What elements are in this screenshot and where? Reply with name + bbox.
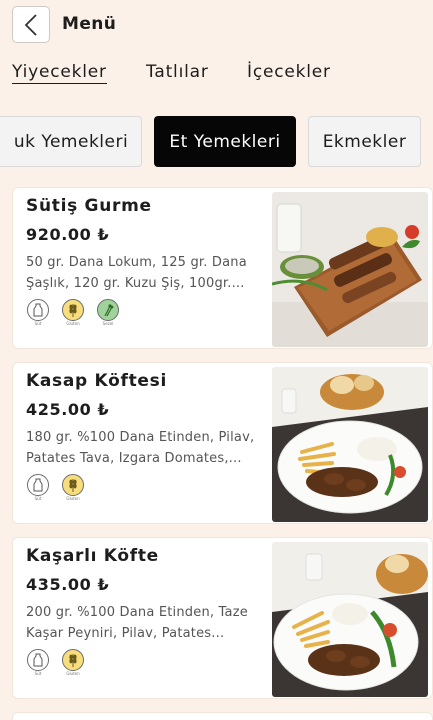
category-chip-sicak-yemekleri[interactable]: uk Yemekleri — [0, 116, 142, 167]
menu-item-card[interactable] — [12, 712, 433, 720]
menu-item-card[interactable]: Kaşarlı Köfte 435.00 ₺ 200 gr. %100 Dana… — [12, 537, 433, 699]
allergen-badges: Süt Gluten — [27, 474, 84, 502]
category-chip-label: Et Yemekleri — [169, 131, 281, 152]
menu-item-price: 425.00 ₺ — [26, 400, 110, 419]
category-chip-label: uk Yemekleri — [13, 131, 129, 152]
tab-icecekler[interactable]: İçecekler — [247, 62, 331, 82]
menu-item-photo — [272, 542, 428, 697]
allergen-label: Süt — [34, 671, 42, 676]
menu-item-card[interactable]: Sütiş Gurme 920.00 ₺ 50 gr. Dana Lokum, … — [12, 187, 433, 349]
menu-item-name: Sütiş Gurme — [26, 196, 152, 216]
menu-item-name: Kasap Köftesi — [26, 371, 167, 391]
tab-yiyecekler[interactable]: Yiyecekler — [12, 62, 107, 84]
allergen-badge: Gluten — [62, 474, 84, 502]
allergen-badge: Süt — [27, 299, 49, 327]
allergen-badges: Süt Gluten — [27, 649, 84, 677]
milk-bottle-icon — [27, 299, 49, 321]
tab-tatlilar[interactable]: Tatlılar — [146, 62, 209, 82]
menu-item-name: Kaşarlı Köfte — [26, 546, 159, 566]
allergen-badges: Süt Gluten Sezel — [27, 299, 119, 327]
menu-item-description: 200 gr. %100 Dana Etinden, Taze Kaşar Pe… — [26, 605, 248, 641]
allergen-label: Gluten — [66, 671, 80, 676]
allergen-label: Gluten — [66, 321, 80, 326]
menu-page: Menü Yiyecekler Tatlılar İçecekler uk Ye… — [0, 0, 433, 720]
category-chips: uk Yemekleri Et Yemekleri Ekmekler — [0, 116, 433, 168]
back-button[interactable] — [12, 6, 50, 43]
celery-icon — [97, 299, 119, 321]
menu-item-price: 435.00 ₺ — [26, 575, 110, 594]
header: Menü — [0, 0, 433, 52]
allergen-badge: Sezel — [97, 299, 119, 327]
menu-item-card[interactable]: Kasap Köftesi 425.00 ₺ 180 gr. %100 Dana… — [12, 362, 433, 524]
allergen-label: Süt — [34, 321, 42, 326]
menu-item-price: 920.00 ₺ — [26, 225, 110, 244]
allergen-badge: Süt — [27, 474, 49, 502]
allergen-label: Gluten — [66, 496, 80, 501]
category-chip-et-yemekleri[interactable]: Et Yemekleri — [154, 116, 296, 167]
allergen-label: Sezel — [102, 321, 114, 326]
chevron-left-icon — [24, 13, 37, 36]
allergen-badge: Süt — [27, 649, 49, 677]
allergen-badge: Gluten — [62, 299, 84, 327]
menu-item-description: 50 gr. Dana Lokum, 125 gr. Dana Şaşlık, … — [26, 255, 247, 291]
allergen-badge: Gluten — [62, 649, 84, 677]
category-chip-ekmekler[interactable]: Ekmekler — [308, 116, 421, 167]
wheat-icon — [62, 299, 84, 321]
menu-tabs: Yiyecekler Tatlılar İçecekler — [0, 62, 433, 92]
menu-item-description: 180 gr. %100 Dana Etinden, Pilav, Patate… — [26, 430, 255, 466]
allergen-label: Süt — [34, 496, 42, 501]
menu-item-photo — [272, 192, 428, 347]
category-chip-label: Ekmekler — [322, 131, 407, 152]
page-title: Menü — [62, 14, 117, 34]
milk-bottle-icon — [27, 474, 49, 496]
menu-item-photo — [272, 367, 428, 522]
wheat-icon — [62, 649, 84, 671]
wheat-icon — [62, 474, 84, 496]
milk-bottle-icon — [27, 649, 49, 671]
